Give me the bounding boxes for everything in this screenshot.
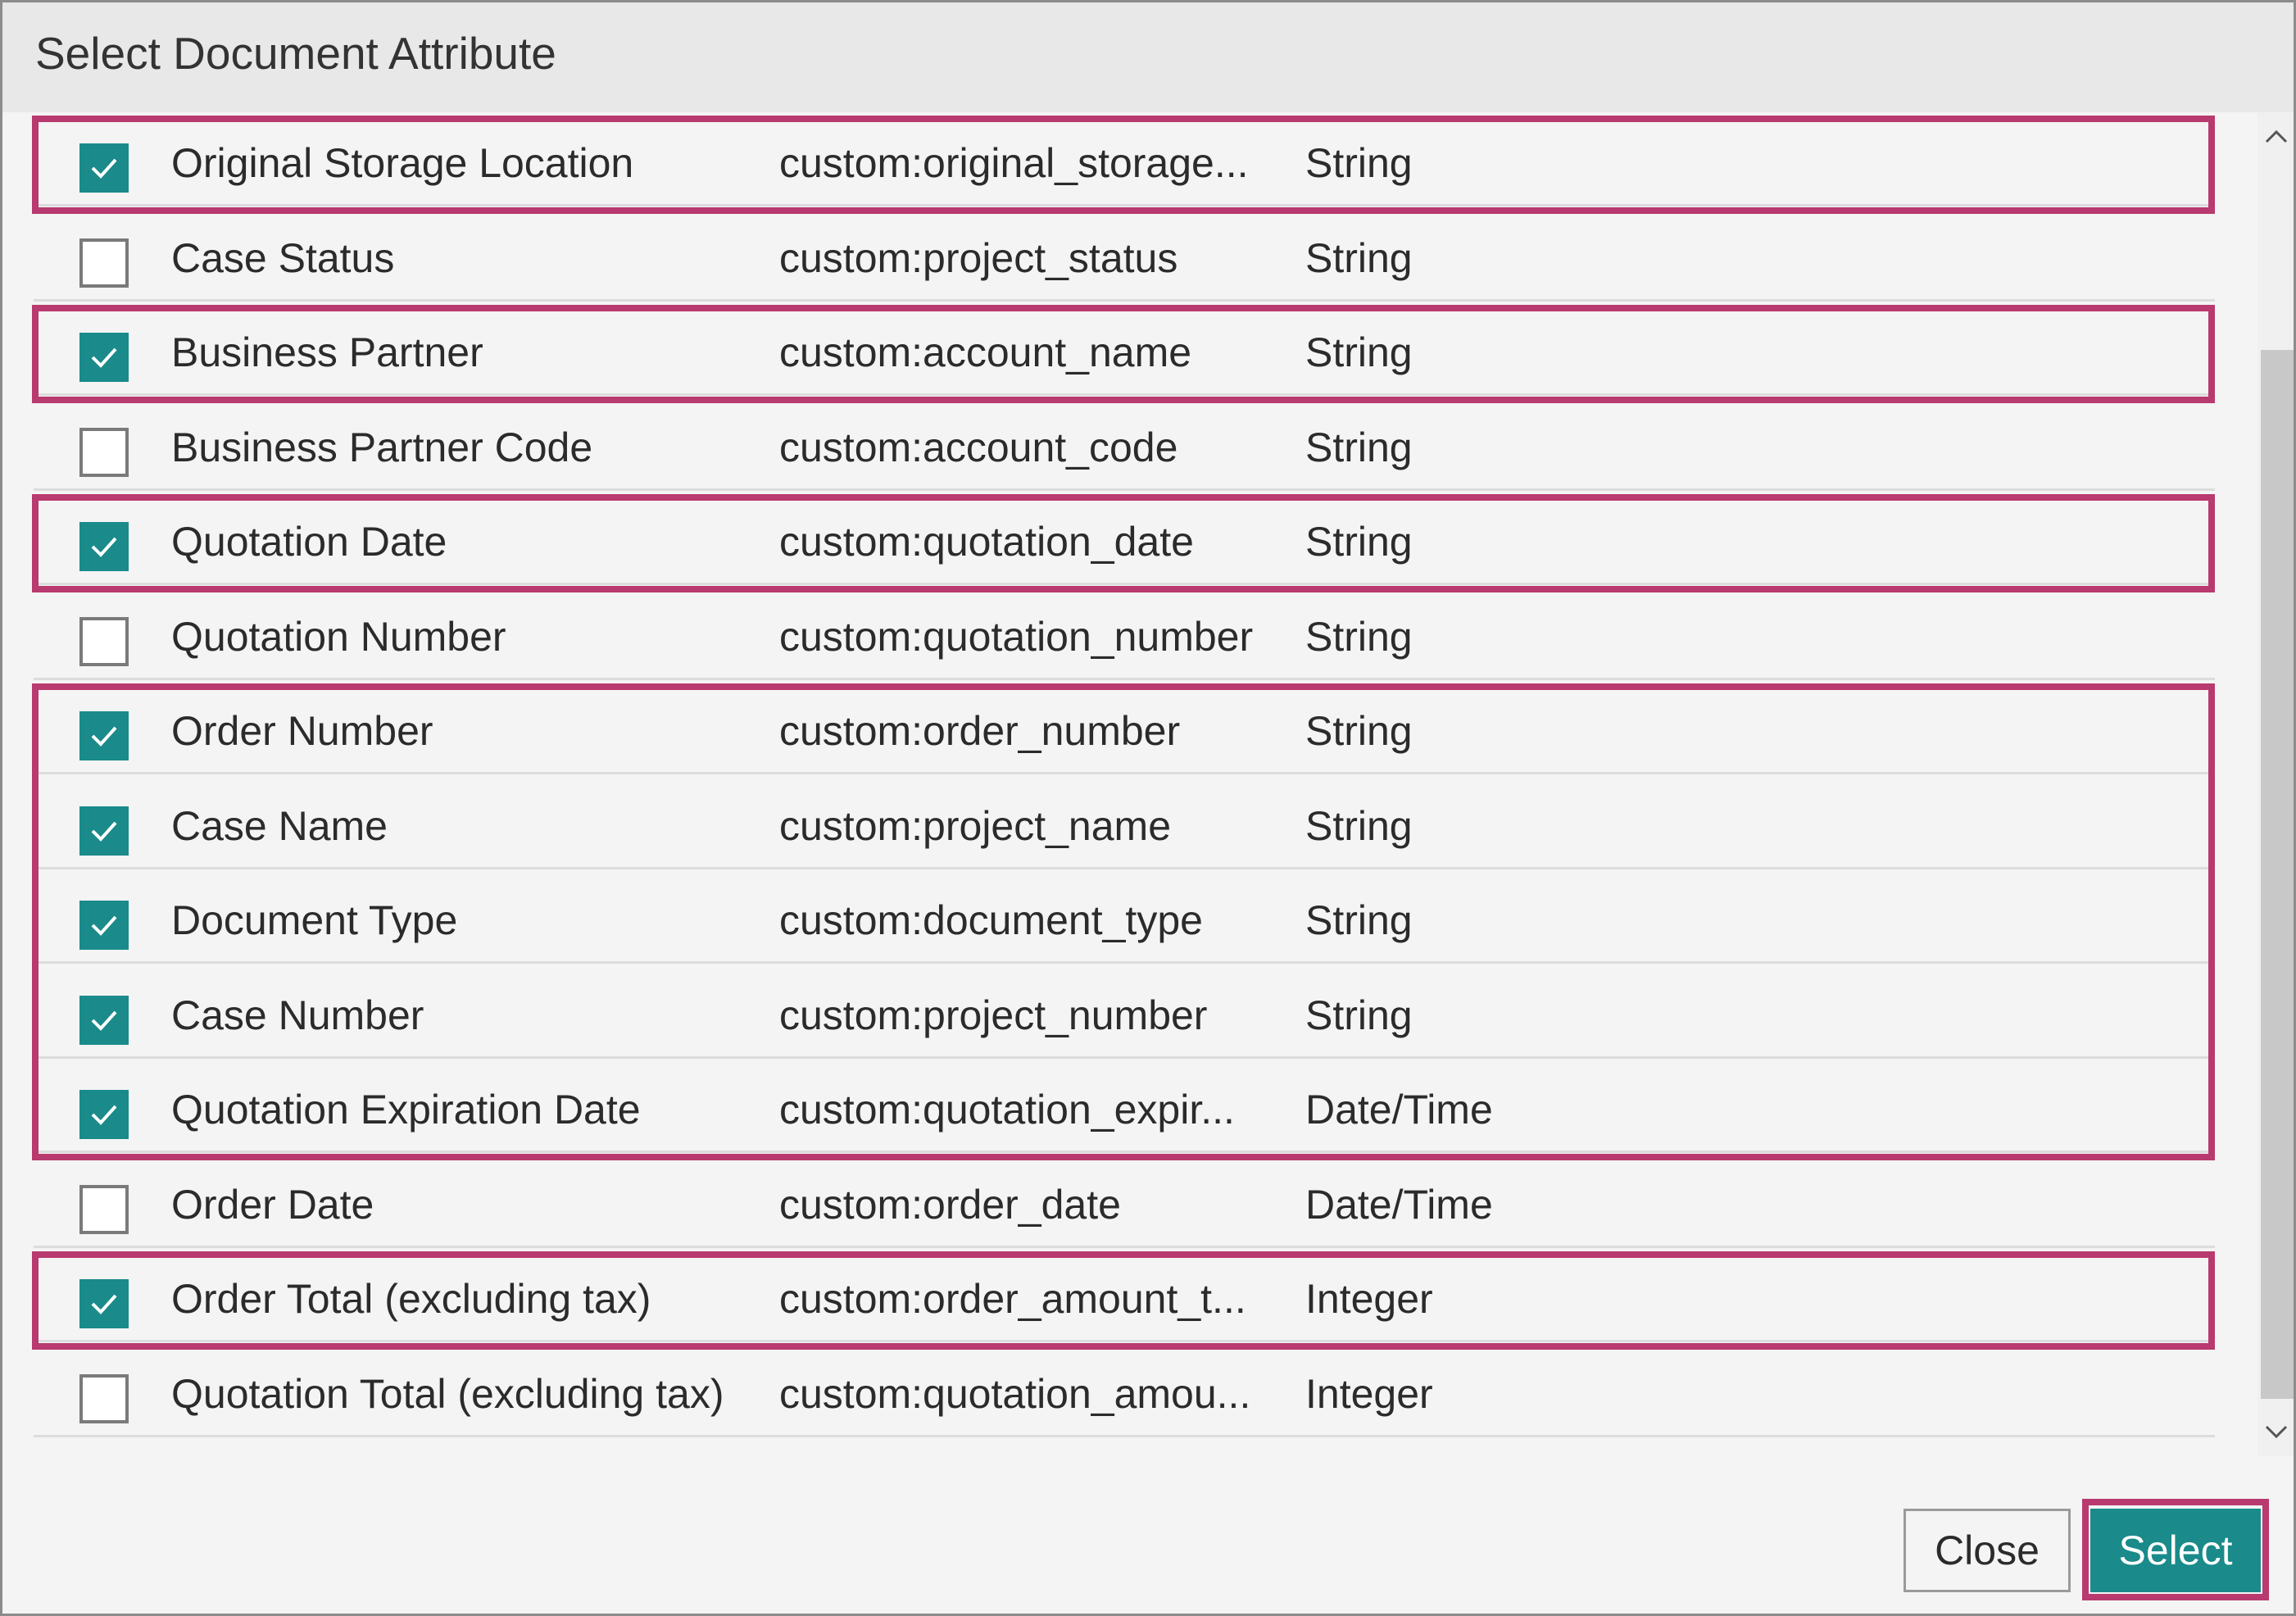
attribute-type: String — [1305, 992, 1413, 1038]
attribute-list: Original Storage Location custom:original… — [32, 112, 2215, 1450]
attribute-name: Case Name — [171, 802, 388, 849]
dialog-titlebar: Select Document Attribute — [2, 2, 2294, 112]
attribute-type: String — [1305, 613, 1413, 660]
table-row[interactable]: Case Status custom:project_status String — [34, 207, 2215, 302]
scroll-up-button[interactable] — [2257, 112, 2294, 161]
check-icon — [91, 915, 117, 936]
attribute-id: custom:order_amount_t... — [779, 1276, 1246, 1322]
check-icon — [91, 821, 117, 842]
chevron-up-icon — [2265, 129, 2288, 143]
attribute-type: String — [1305, 897, 1413, 943]
table-row[interactable]: Quotation Expiration Date custom:quotatio… — [34, 1059, 2215, 1153]
row-checkbox[interactable] — [79, 238, 129, 288]
table-row[interactable]: Case Number custom:project_number String — [34, 965, 2215, 1059]
attribute-type: Integer — [1305, 1276, 1433, 1322]
chevron-down-icon — [2265, 1425, 2288, 1439]
table-row[interactable]: Business Partner custom:account_name Strin… — [34, 302, 2215, 396]
attribute-id: custom:quotation_date — [779, 519, 1194, 565]
row-checkbox[interactable] — [79, 143, 129, 193]
row-checkbox[interactable] — [79, 1090, 129, 1139]
check-icon — [91, 158, 117, 179]
table-row[interactable]: Original Storage Location custom:original… — [34, 112, 2215, 207]
row-checkbox[interactable] — [79, 1279, 129, 1328]
table-row[interactable]: Case Name custom:project_name String — [34, 775, 2215, 869]
attribute-type: String — [1305, 140, 1413, 186]
attribute-name: Business Partner Code — [171, 424, 593, 470]
scroll-down-button[interactable] — [2257, 1407, 2294, 1456]
attribute-type: String — [1305, 234, 1413, 281]
attribute-name: Quotation Total (excluding tax) — [171, 1370, 724, 1417]
select-button[interactable]: Select — [2090, 1509, 2261, 1592]
attribute-name: Order Total (excluding tax) — [171, 1276, 651, 1322]
attribute-name: Case Status — [171, 234, 395, 281]
dialog-title: Select Document Attribute — [35, 28, 556, 79]
attribute-id: custom:project_name — [779, 802, 1172, 849]
table-row[interactable]: Order Number custom:order_number String — [34, 680, 2215, 774]
attribute-name: Case Number — [171, 992, 424, 1038]
attribute-id: custom:project_status — [779, 234, 1178, 281]
table-row[interactable]: Document Type custom:document_type String — [34, 869, 2215, 964]
attribute-type: String — [1305, 519, 1413, 565]
attribute-type: String — [1305, 424, 1413, 470]
attribute-id: custom:order_date — [779, 1181, 1121, 1228]
attribute-type: String — [1305, 329, 1413, 375]
close-button[interactable]: Close — [1904, 1509, 2071, 1592]
table-row[interactable]: Quotation Number custom:quotation_number S… — [34, 586, 2215, 680]
attribute-name: Order Date — [171, 1181, 374, 1228]
attribute-type: String — [1305, 708, 1413, 754]
attribute-name: Business Partner — [171, 329, 483, 375]
attribute-type: Date/Time — [1305, 1181, 1493, 1228]
attribute-id: custom:quotation_amou... — [779, 1370, 1251, 1417]
row-checkbox[interactable] — [79, 1184, 129, 1234]
row-checkbox[interactable] — [79, 806, 129, 856]
attribute-name: Quotation Expiration Date — [171, 1087, 641, 1133]
row-checkbox[interactable] — [79, 427, 129, 477]
attribute-name: Original Storage Location — [171, 140, 634, 186]
attribute-id: custom:account_name — [779, 329, 1192, 375]
scrollbar-thumb[interactable] — [2261, 350, 2294, 1399]
check-icon — [91, 1010, 117, 1031]
check-icon — [91, 1105, 117, 1125]
attribute-type: Date/Time — [1305, 1087, 1493, 1133]
attribute-id: custom:quotation_number — [779, 613, 1254, 660]
attribute-type: String — [1305, 802, 1413, 849]
row-checkbox[interactable] — [79, 1373, 129, 1423]
attribute-id: custom:project_number — [779, 992, 1208, 1038]
check-icon — [91, 537, 117, 557]
row-checkbox[interactable] — [79, 522, 129, 571]
attribute-name: Quotation Number — [171, 613, 506, 660]
table-row[interactable]: Order Date custom:order_date Date/Time — [34, 1154, 2215, 1248]
table-row[interactable]: Order Total (excluding tax) custom:order_… — [34, 1248, 2215, 1342]
select-document-attribute-dialog: Select Document Attribute Original Stora… — [0, 0, 2296, 1616]
row-checkbox[interactable] — [79, 901, 129, 950]
check-icon — [91, 726, 117, 747]
attribute-id: custom:document_type — [779, 897, 1203, 943]
attribute-name: Order Number — [171, 708, 433, 754]
table-row[interactable]: Quotation Total (excluding tax) custom:qu… — [34, 1343, 2215, 1437]
attribute-name: Quotation Date — [171, 519, 447, 565]
check-icon — [91, 347, 117, 368]
check-icon — [91, 1294, 117, 1314]
table-row[interactable]: Business Partner Code custom:account_code… — [34, 397, 2215, 491]
attribute-id: custom:account_code — [779, 424, 1178, 470]
row-checkbox[interactable] — [79, 616, 129, 666]
attribute-id: custom:order_number — [779, 708, 1181, 754]
table-row[interactable]: Quotation Date custom:quotation_date Strin… — [34, 491, 2215, 585]
attribute-id: custom:original_storage... — [779, 140, 1249, 186]
row-checkbox[interactable] — [79, 995, 129, 1045]
attribute-id: custom:quotation_expir... — [779, 1087, 1235, 1133]
vertical-scrollbar[interactable] — [2257, 112, 2294, 1456]
row-checkbox[interactable] — [79, 711, 129, 760]
row-checkbox[interactable] — [79, 333, 129, 382]
attribute-type: Integer — [1305, 1370, 1433, 1417]
attribute-name: Document Type — [171, 897, 458, 943]
